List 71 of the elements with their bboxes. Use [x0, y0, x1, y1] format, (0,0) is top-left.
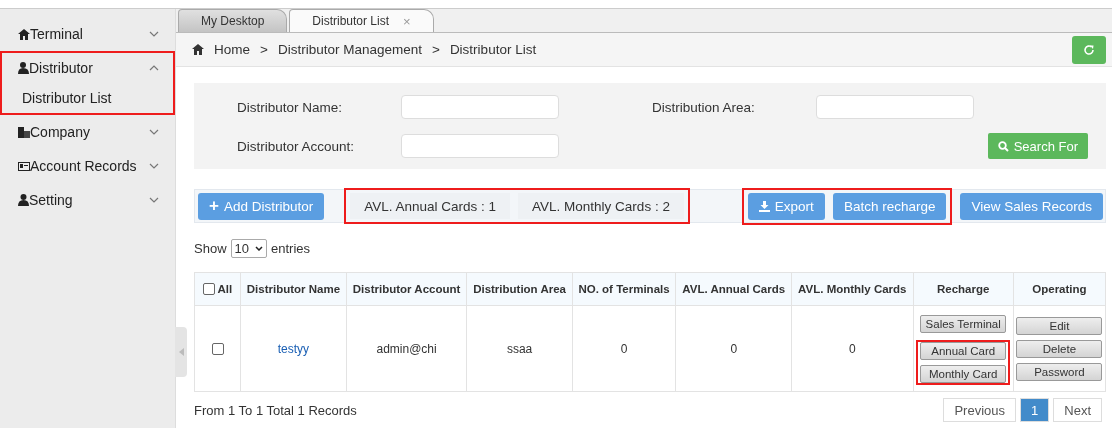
pagination-button[interactable]: Next: [1053, 398, 1102, 422]
column-header: Distribution Area: [466, 272, 573, 306]
pagination-button[interactable]: 1: [1020, 398, 1050, 422]
input-field[interactable]: [816, 95, 974, 119]
table-cell: 0: [620, 341, 628, 356]
action-button[interactable]: Edit: [1016, 316, 1103, 335]
column-header: AVL. Annual Cards: [675, 272, 792, 306]
breadcrumb-item: Distributor List: [449, 42, 537, 57]
action-button[interactable]: Password: [1016, 362, 1103, 381]
column-header: Operating: [1013, 272, 1106, 306]
chevron-down-icon: [149, 163, 159, 169]
column-header: All: [194, 272, 241, 306]
sidebar-subitem[interactable]: Distributor List: [2, 83, 173, 113]
table-cell: 0: [730, 341, 738, 356]
id-card-icon: [18, 161, 30, 171]
collapse-handle[interactable]: [175, 327, 187, 377]
recharge-button[interactable]: Sales Terminal: [920, 314, 1007, 333]
sidebar-item[interactable]: Company: [2, 117, 173, 147]
pagination-button[interactable]: Previous: [943, 398, 1017, 422]
column-header: Distributor Name: [240, 272, 347, 306]
checkbox[interactable]: [202, 283, 215, 296]
length-label: entries: [271, 241, 311, 256]
column-header: NO. of Terminals: [572, 272, 676, 306]
distributor-link[interactable]: testyy: [277, 341, 310, 356]
person-icon: [18, 62, 29, 74]
records-info: From 1 To 1 Total 1 Records: [194, 402, 357, 418]
sidebar-item[interactable]: Account Records: [2, 151, 173, 181]
chevron-down-icon: [149, 129, 159, 135]
checkbox[interactable]: [211, 343, 224, 356]
field-label: Distributor Account:: [237, 138, 356, 154]
card-count: AVL. Annual Cards : 1: [350, 193, 511, 219]
tab[interactable]: Distributor List ×: [289, 9, 434, 32]
house-icon: [18, 28, 30, 40]
house-icon: [192, 44, 204, 55]
recharge-button[interactable]: Monthly Card: [920, 364, 1007, 383]
tab-label: My Desktop: [201, 14, 265, 28]
table-cell: 0: [848, 341, 856, 356]
field-label: Distributor Name:: [237, 99, 344, 115]
field-label: Distribution Area:: [652, 99, 756, 115]
download-icon: [758, 200, 770, 212]
breadcrumb-item[interactable]: Distributor Management: [277, 42, 422, 57]
breadcrumb-separator: >: [260, 42, 268, 57]
building-icon: [18, 126, 30, 138]
refresh-icon: [1083, 43, 1095, 56]
search-icon: [997, 140, 1009, 152]
input-field[interactable]: [401, 134, 559, 158]
column-header: AVL. Monthly Cards: [791, 272, 914, 306]
chevron-down-icon: [255, 246, 263, 251]
page-size-select[interactable]: 10: [230, 239, 267, 258]
chevron-down-icon: [149, 31, 159, 37]
caret-left-icon: [178, 348, 184, 356]
input-field[interactable]: [401, 95, 559, 119]
table-cell: admin@chi: [376, 341, 437, 356]
card-count: AVL. Monthly Cards : 2: [518, 193, 684, 219]
tab-label: Distributor List: [312, 14, 390, 28]
column-header: Recharge: [913, 272, 1014, 306]
refresh-button[interactable]: [1072, 35, 1106, 64]
breadcrumb-separator: >: [432, 42, 440, 57]
table-cell: ssaa: [506, 341, 533, 356]
chevron-down-icon: [149, 197, 159, 203]
tab[interactable]: My Desktop: [178, 9, 288, 32]
action-button[interactable]: Delete: [1016, 339, 1103, 358]
breadcrumb-item[interactable]: Home: [214, 42, 250, 57]
column-header: Distributor Account: [346, 272, 467, 306]
recharge-button[interactable]: Annual Card: [920, 341, 1007, 360]
length-label: Show: [194, 241, 227, 256]
sidebar-item[interactable]: Distributor: [2, 53, 173, 83]
person-icon: [18, 194, 29, 206]
sidebar-item[interactable]: Setting: [2, 185, 173, 215]
sidebar-item[interactable]: Terminal: [2, 19, 173, 49]
chevron-up-icon: [149, 65, 159, 71]
